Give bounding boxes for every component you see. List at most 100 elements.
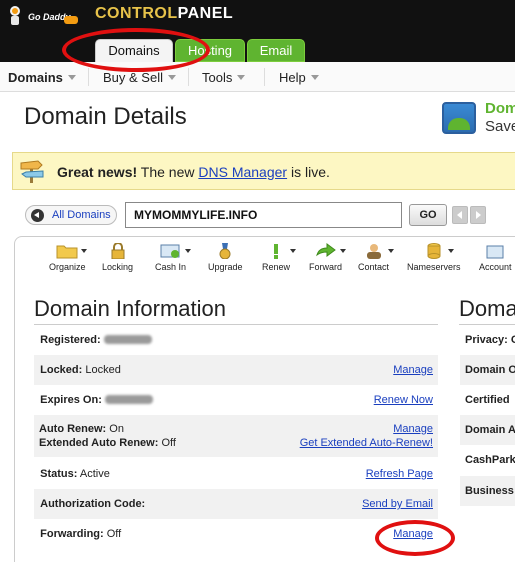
- renew-now-link[interactable]: Renew Now: [374, 386, 433, 414]
- toolbar-organize[interactable]: Organize: [49, 243, 88, 272]
- subnav-buy-sell[interactable]: Buy & Sell: [103, 70, 176, 85]
- chevron-down-icon: [237, 75, 246, 80]
- locked-label: Locked:: [40, 364, 83, 376]
- nav-divider: [88, 68, 89, 86]
- expires-label: Expires On:: [40, 394, 102, 406]
- subnav-help-label: Help: [279, 70, 306, 85]
- toolbar-nameservers[interactable]: Nameservers: [407, 243, 461, 272]
- chevron-down-icon: [310, 75, 319, 80]
- forwarding-row: Forwarding: Off Manage: [34, 520, 438, 548]
- domain-information-title: Domain Information: [34, 296, 226, 321]
- right-row-cashpark: CashPark: [465, 454, 515, 466]
- renew-icon: [265, 243, 296, 259]
- toolbar-cash-in[interactable]: Cash In: [155, 243, 191, 272]
- toolbar-locking[interactable]: Locking: [102, 242, 134, 272]
- folder-icon: [56, 243, 88, 259]
- auto-renew-value: On: [109, 423, 124, 435]
- subnav-tools[interactable]: Tools: [202, 70, 246, 85]
- secondary-nav: Domains Buy & Sell Tools Help: [0, 62, 515, 92]
- auto-renew-label: Auto Renew:: [39, 423, 107, 435]
- send-by-email-link[interactable]: Send by Email: [362, 489, 433, 519]
- toolbar-forward[interactable]: Forward: [309, 243, 346, 272]
- toolbar-account-label: Account: [479, 262, 512, 272]
- cash-in-icon: [160, 243, 191, 259]
- extended-auto-renew-label: Extended Auto Renew:: [39, 437, 159, 449]
- godaddy-mascot-icon: [10, 6, 20, 25]
- toolbar-nameservers-label: Nameservers: [407, 262, 461, 272]
- subnav-tools-label: Tools: [202, 70, 233, 85]
- status-label: Status:: [40, 468, 78, 480]
- announcement-banner: Great news! The new DNS Manager is live.: [12, 152, 515, 190]
- toolbar-organize-label: Organize: [49, 262, 86, 272]
- logo-badge: [64, 16, 78, 24]
- subnav-domains[interactable]: Domains: [8, 70, 76, 85]
- all-domains-button[interactable]: All Domains: [25, 205, 117, 225]
- toolbar-locking-label: Locking: [102, 262, 134, 272]
- toolbar-renew[interactable]: Renew: [262, 243, 296, 272]
- promo-subtext: Save: [485, 118, 515, 135]
- right-row-domain-ownership: Domain O: [460, 355, 515, 385]
- subnav-domains-label: Domains: [8, 70, 63, 85]
- go-button[interactable]: GO: [409, 204, 447, 226]
- right-row-certified: Certified: [465, 394, 510, 406]
- tab-hosting[interactable]: Hosting: [175, 39, 245, 62]
- locked-manage-link[interactable]: Manage: [393, 355, 433, 385]
- toolbar-upgrade-label: Upgrade: [208, 262, 243, 272]
- authorization-code-row: Authorization Code: Send by Email: [34, 489, 438, 519]
- nav-divider: [264, 68, 265, 86]
- subnav-buy-sell-label: Buy & Sell: [103, 70, 163, 85]
- forward-arrow-icon: [315, 243, 346, 259]
- locked-row: Locked: Locked Manage: [34, 355, 438, 385]
- next-domain-button[interactable]: [470, 206, 486, 224]
- announcement-pre: The new: [137, 164, 199, 180]
- godaddy-logo[interactable]: Go Daddy: [6, 4, 78, 26]
- previous-domain-button[interactable]: [452, 206, 468, 224]
- toolbar-renew-label: Renew: [262, 262, 291, 272]
- toolbar-cash-in-label: Cash In: [155, 262, 187, 272]
- authorization-code-label: Authorization Code:: [40, 498, 146, 510]
- toolbar-account[interactable]: Account: [479, 243, 512, 272]
- page-title: Domain Details: [24, 103, 187, 130]
- domain-name-field[interactable]: MYMOMMYLIFE.INFO: [125, 202, 402, 228]
- announcement-post: is live.: [287, 164, 330, 180]
- signpost-icon: [20, 160, 44, 183]
- extended-auto-renew-line: Extended Auto Renew: Off: [39, 437, 176, 449]
- chevron-down-icon: [67, 75, 76, 80]
- dns-manager-link[interactable]: DNS Manager: [198, 164, 287, 180]
- announcement-text: Great news! The new DNS Manager is live.: [57, 164, 330, 180]
- section-divider: [459, 324, 515, 325]
- status-value: Active: [79, 468, 110, 480]
- domain-promo-icon[interactable]: [442, 102, 476, 134]
- registered-row: Registered:: [34, 327, 438, 353]
- control-panel-page: Go Daddy CONTROLPANEL Domains Hosting Em…: [0, 0, 515, 562]
- toolbar-forward-label: Forward: [309, 262, 343, 272]
- right-row-privacy: Privacy: O: [465, 334, 515, 346]
- right-panel-title: Doma: [459, 296, 515, 321]
- lock-icon: [107, 242, 129, 260]
- extended-auto-renew-value: Off: [161, 437, 176, 449]
- tab-email[interactable]: Email: [247, 39, 305, 62]
- right-row-business: Business: [460, 476, 515, 506]
- refresh-page-link[interactable]: Refresh Page: [366, 460, 433, 488]
- auto-renew-line: Auto Renew: On: [39, 423, 124, 435]
- locked-value: Locked: [85, 364, 121, 376]
- registered-label: Registered:: [40, 334, 101, 346]
- subnav-help[interactable]: Help: [279, 70, 319, 85]
- toolbar-contact[interactable]: Contact: [358, 243, 394, 272]
- tab-domains[interactable]: Domains: [95, 39, 173, 62]
- get-extended-auto-renew-link[interactable]: Get Extended Auto-Renew!: [300, 437, 433, 449]
- auto-renew-manage-link[interactable]: Manage: [393, 423, 433, 435]
- toolbar-upgrade[interactable]: Upgrade: [208, 243, 243, 272]
- top-bar: Go Daddy CONTROLPANEL Domains Hosting Em…: [0, 0, 515, 62]
- expires-date-redacted: [104, 395, 153, 404]
- nameservers-database-icon: [423, 243, 454, 259]
- nav-divider: [188, 68, 189, 86]
- account-icon: [484, 243, 506, 259]
- control-panel-title: CONTROLPANEL: [95, 5, 233, 23]
- section-divider: [34, 324, 438, 325]
- right-row-domain-alert: Domain A: [460, 415, 515, 445]
- forwarding-label: Forwarding:: [40, 528, 104, 540]
- promo-heading[interactable]: Dom: [485, 100, 515, 117]
- announcement-bold: Great news!: [57, 164, 138, 180]
- forwarding-manage-link[interactable]: Manage: [393, 520, 433, 548]
